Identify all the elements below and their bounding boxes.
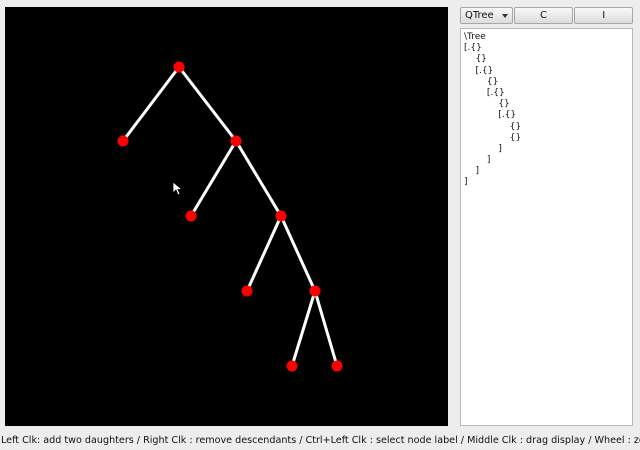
code-line: [.{}: [464, 43, 482, 54]
tree-edge: [189, 140, 238, 217]
toolbar: QTree C I: [460, 7, 633, 24]
tree-edge: [279, 215, 317, 292]
tree-edge: [121, 66, 181, 142]
tree-node[interactable]: [275, 210, 287, 222]
code-line: ]: [464, 155, 491, 166]
code-line: [.{}: [464, 110, 517, 121]
tree-edge: [313, 290, 339, 367]
tree-edge: [234, 140, 283, 217]
format-select[interactable]: QTree: [460, 7, 513, 24]
tree-edge: [245, 215, 283, 292]
i-button[interactable]: I: [574, 7, 633, 24]
code-line: ]: [464, 166, 479, 177]
tree-node[interactable]: [331, 360, 343, 372]
code-line: {}: [464, 132, 522, 143]
code-line: [.{}: [464, 65, 494, 76]
code-line: \Tree: [464, 32, 486, 42]
code-text-area[interactable]: \Tree [.{} {} [.{} {} [.{} {} [.{} {} {} …: [460, 28, 633, 426]
code-line: {}: [464, 54, 487, 65]
tree-node[interactable]: [309, 285, 321, 297]
tree-node[interactable]: [241, 285, 253, 297]
tree-node[interactable]: [185, 210, 197, 222]
tree-edge: [177, 66, 238, 142]
tree-node[interactable]: [286, 360, 298, 372]
format-select-value: QTree: [465, 10, 494, 21]
tree-canvas[interactable]: [5, 7, 448, 426]
tree-node[interactable]: [173, 61, 185, 73]
code-line: ]: [464, 177, 468, 188]
code-line: ]: [464, 143, 502, 154]
status-bar: Left Clk: add two daughters / Right Clk …: [1, 435, 640, 446]
code-line: {}: [464, 76, 499, 87]
tree-drawing[interactable]: [5, 7, 448, 426]
code-line: [.{}: [464, 87, 505, 98]
tree-node[interactable]: [230, 135, 242, 147]
mouse-cursor-icon: [173, 182, 183, 196]
code-line: {}: [464, 121, 522, 132]
tree-edge: [290, 290, 317, 367]
c-button[interactable]: C: [513, 7, 574, 24]
tree-node[interactable]: [117, 135, 129, 147]
chevron-down-icon: [501, 14, 508, 18]
code-line: {}: [464, 99, 510, 110]
